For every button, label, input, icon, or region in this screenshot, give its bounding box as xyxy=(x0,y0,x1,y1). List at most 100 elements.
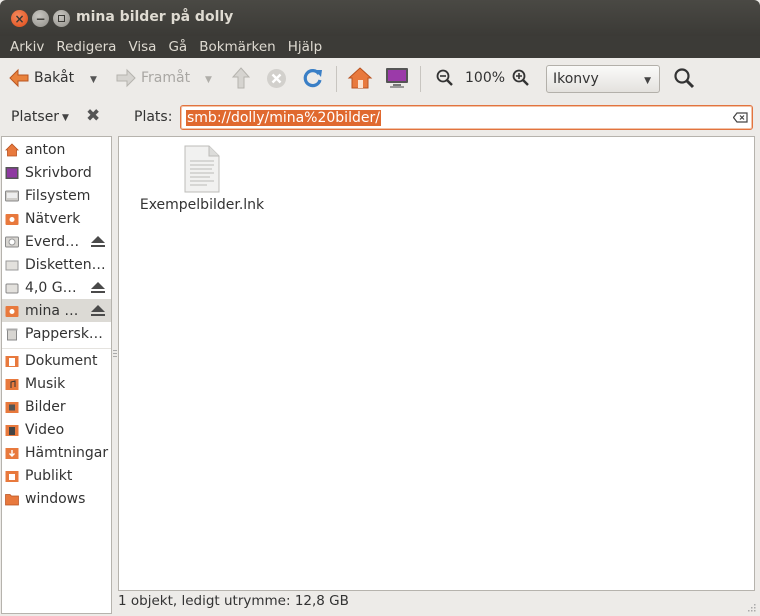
toolbar-separator xyxy=(420,66,421,92)
stop-button[interactable] xyxy=(266,68,287,89)
sidebar-item[interactable]: Everd… xyxy=(2,230,111,253)
zoom-level: 100% xyxy=(465,70,506,86)
status-bar: 1 objekt, ledigt utrymme: 12,8 GB xyxy=(118,593,349,609)
up-arrow-icon xyxy=(232,67,250,89)
zoom-in-icon xyxy=(512,69,529,86)
close-icon: × xyxy=(14,11,25,26)
location-label: Plats: xyxy=(134,109,173,125)
forward-button[interactable]: Framåt xyxy=(115,68,190,88)
sidebar-item-label: Musik xyxy=(25,375,66,392)
sidebar-item-label: mina … xyxy=(25,302,79,319)
forward-label: Framåt xyxy=(141,70,191,86)
sidebar-item[interactable]: windows xyxy=(2,487,111,510)
sidebar-item-label: Video xyxy=(25,421,65,438)
video-folder-icon xyxy=(5,423,19,437)
sidebar-item[interactable]: Dokument xyxy=(2,349,111,372)
resize-grip-icon[interactable] xyxy=(746,602,756,612)
up-button[interactable] xyxy=(232,67,250,89)
reload-button[interactable] xyxy=(302,67,324,89)
menu-ga[interactable]: Gå xyxy=(162,39,193,55)
minimize-window-button[interactable]: − xyxy=(32,10,49,27)
sidebar-item[interactable]: mina … xyxy=(2,299,111,322)
forward-arrow-icon xyxy=(116,68,136,88)
search-button[interactable] xyxy=(673,67,695,89)
stop-icon xyxy=(267,69,286,88)
sidebar-item[interactable]: Pappersk… xyxy=(2,322,111,345)
eject-icon[interactable] xyxy=(91,236,105,247)
back-history-dropdown[interactable]: ▼ xyxy=(90,75,97,85)
location-input[interactable]: smb://dolly/mina%20bilder/ xyxy=(180,105,753,130)
sidebar-item[interactable]: Hämtningar xyxy=(2,441,111,464)
sidebar-item-label: Nätverk xyxy=(25,210,81,227)
places-sidebar: anton Skrivbord Filsystem Nätverk Everd… Disk… xyxy=(1,136,112,614)
sidebar-item[interactable]: Bilder xyxy=(2,395,111,418)
forward-history-dropdown[interactable]: ▼ xyxy=(205,75,212,85)
sidebar-item-label: Publikt xyxy=(25,467,73,484)
menu-bokmarken[interactable]: Bokmärken xyxy=(193,39,282,55)
computer-button[interactable] xyxy=(385,66,409,90)
desktop-icon xyxy=(5,166,19,180)
back-arrow-icon xyxy=(9,68,29,88)
back-button[interactable]: Bakåt xyxy=(8,68,74,88)
sidebar-item[interactable]: Publikt xyxy=(2,464,111,487)
sidebar-item[interactable]: Skrivbord xyxy=(2,161,111,184)
file-view[interactable]: Exempelbilder.lnk xyxy=(118,136,755,591)
sidebar-item[interactable]: Filsystem xyxy=(2,184,111,207)
location-bar: Platser ▼ ✖ Plats: smb://dolly/mina%20bi… xyxy=(0,100,760,134)
zoom-out-button[interactable] xyxy=(436,69,454,87)
maximize-icon xyxy=(58,15,65,22)
zoom-out-icon xyxy=(436,69,453,86)
close-sidebar-icon[interactable]: ✖ xyxy=(86,106,100,126)
sidebar-item-label: Dokument xyxy=(25,352,98,369)
search-icon xyxy=(674,68,695,89)
toolbar-separator xyxy=(336,66,337,92)
chevron-down-icon[interactable]: ▼ xyxy=(62,113,69,123)
home-folder-icon xyxy=(5,142,19,157)
file-name: Exempelbilder.lnk xyxy=(139,197,265,213)
menu-redigera[interactable]: Redigera xyxy=(50,39,122,55)
network-share-icon xyxy=(5,304,19,318)
sidebar-item[interactable]: Musik xyxy=(2,372,111,395)
file-item[interactable]: Exempelbilder.lnk xyxy=(137,145,267,213)
sidebar-item[interactable]: Video xyxy=(2,418,111,441)
pane-resize-handle[interactable] xyxy=(113,350,117,362)
network-folder-icon xyxy=(5,212,19,226)
reload-icon xyxy=(303,69,322,88)
sidebar-item-label: Hämtningar xyxy=(25,444,109,461)
home-button[interactable] xyxy=(347,66,373,90)
title-bar[interactable]: × − mina bilder på dolly xyxy=(0,0,760,36)
downloads-folder-icon xyxy=(5,446,19,460)
maximize-window-button[interactable] xyxy=(53,10,70,27)
trash-icon xyxy=(5,327,19,341)
sidebar-item-label: Disketten… xyxy=(25,256,106,273)
view-mode-select[interactable]: Ikonvy ▼ xyxy=(546,65,660,93)
sidebar-item-label: Filsystem xyxy=(25,187,91,204)
menu-arkiv[interactable]: Arkiv xyxy=(4,39,50,55)
sidebar-item-label: 4,0 G… xyxy=(25,279,77,296)
sidebar-item-label: anton xyxy=(25,141,66,158)
home-icon xyxy=(347,67,373,89)
clear-text-icon[interactable] xyxy=(733,112,748,123)
floppy-icon xyxy=(5,258,19,272)
toolbar: Bakåt ▼ Framåt ▼ 100% Ikonvy ▼ xyxy=(0,58,760,100)
removable-drive-icon xyxy=(5,281,19,295)
chevron-down-icon: ▼ xyxy=(644,76,651,86)
minimize-icon: − xyxy=(35,11,46,26)
sidebar-item[interactable]: Disketten… xyxy=(2,253,111,276)
file-manager-window: × − mina bilder på dolly Arkiv Redigera … xyxy=(0,0,760,616)
location-path: smb://dolly/mina%20bilder/ xyxy=(186,110,381,126)
view-mode-value: Ikonvy xyxy=(553,71,599,87)
sidebar-item[interactable]: anton xyxy=(2,138,111,161)
menu-hjalp[interactable]: Hjälp xyxy=(282,39,329,55)
folder-icon xyxy=(5,492,19,506)
places-selector[interactable]: Platser xyxy=(11,109,59,125)
eject-icon[interactable] xyxy=(91,282,105,293)
menu-visa[interactable]: Visa xyxy=(122,39,162,55)
close-window-button[interactable]: × xyxy=(11,10,28,27)
sidebar-item-label: Bilder xyxy=(25,398,66,415)
eject-icon[interactable] xyxy=(91,305,105,316)
sidebar-item[interactable]: 4,0 G… xyxy=(2,276,111,299)
zoom-in-button[interactable] xyxy=(512,69,530,87)
sidebar-item[interactable]: Nätverk xyxy=(2,207,111,230)
window-title: mina bilder på dolly xyxy=(76,9,234,25)
